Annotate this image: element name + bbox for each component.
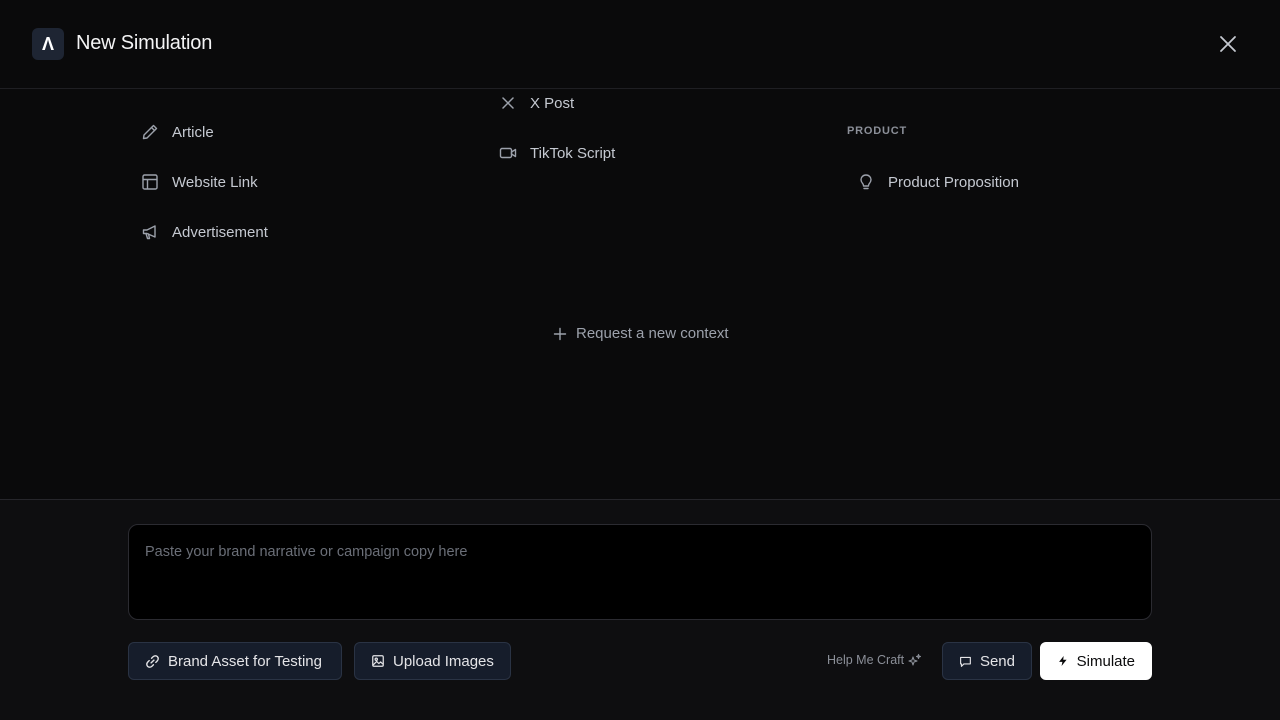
simulate-button[interactable]: Simulate	[1040, 642, 1152, 680]
help-me-craft-button[interactable]: Help Me Craft	[827, 653, 922, 667]
context-item-advertisement[interactable]: Advertisement	[141, 220, 268, 244]
close-icon	[1220, 36, 1236, 52]
video-icon	[499, 144, 517, 162]
lightbulb-icon	[857, 173, 875, 191]
page-title: New Simulation	[76, 32, 213, 54]
message-icon	[960, 656, 971, 667]
link-icon	[146, 654, 159, 668]
image-icon	[372, 655, 384, 667]
upload-images-label: Upload Images	[393, 652, 494, 670]
context-item-label: Article	[172, 123, 214, 141]
request-new-context-label: Request a new context	[576, 325, 729, 342]
context-picker: Article Website Link Advertisement X Pos…	[0, 90, 1280, 499]
context-item-x-post[interactable]: X Post	[499, 91, 574, 115]
brand-narrative-input[interactable]	[128, 524, 1152, 620]
context-item-product-proposition[interactable]: Product Proposition	[857, 170, 1019, 194]
context-item-article[interactable]: Article	[141, 120, 214, 144]
brand-asset-label: Brand Asset for Testing	[168, 652, 322, 670]
request-new-context-link[interactable]: Request a new context	[553, 325, 729, 342]
section-label-product: PRODUCT	[847, 125, 907, 137]
x-icon	[499, 94, 517, 112]
bolt-icon	[1059, 656, 1067, 666]
context-item-label: TikTok Script	[530, 144, 616, 162]
composer-panel: Brand Asset for Testing Upload Images He…	[0, 499, 1280, 720]
sparkles-icon	[908, 653, 922, 666]
layout-icon	[141, 173, 159, 191]
logo-glyph: Λ	[41, 33, 54, 54]
context-item-label: Website Link	[172, 173, 258, 191]
plus-icon	[553, 327, 567, 340]
context-item-tiktok-script[interactable]: TikTok Script	[499, 141, 615, 165]
help-me-craft-label: Help Me Craft	[827, 653, 905, 667]
context-item-label: X Post	[530, 94, 575, 112]
close-button[interactable]	[1216, 32, 1240, 56]
simulate-label: Simulate	[1076, 652, 1135, 670]
pencil-icon	[141, 123, 159, 141]
modal-header: Λ New Simulation	[0, 0, 1280, 89]
context-item-label: Advertisement	[172, 223, 268, 241]
brand-asset-button[interactable]: Brand Asset for Testing	[128, 642, 342, 680]
upload-images-button[interactable]: Upload Images	[354, 642, 511, 680]
context-item-label: Product Proposition	[888, 173, 1019, 191]
app-logo: Λ	[32, 28, 64, 60]
context-item-website-link[interactable]: Website Link	[141, 170, 258, 194]
send-label: Send	[979, 652, 1015, 670]
send-button[interactable]: Send	[942, 642, 1032, 680]
megaphone-icon	[141, 223, 159, 241]
